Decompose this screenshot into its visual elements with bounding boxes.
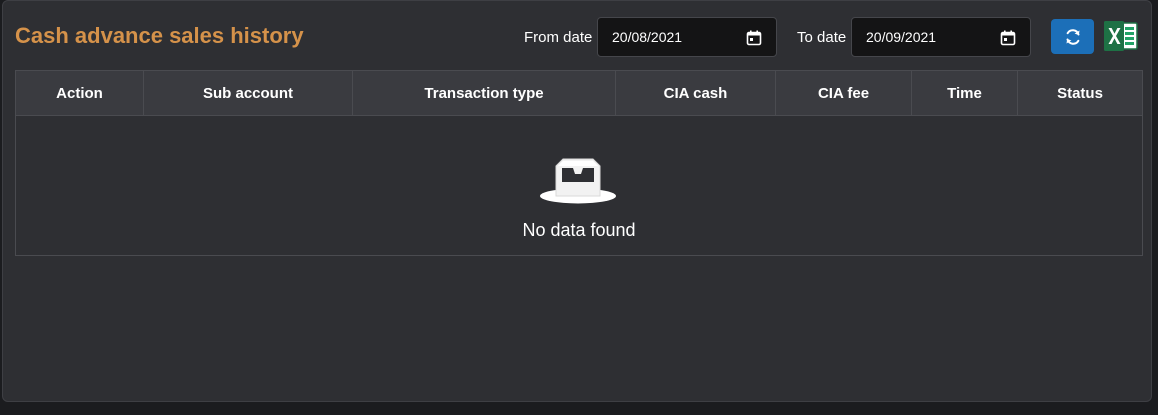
column-header-transaction-type[interactable]: Transaction type	[353, 71, 616, 115]
cash-advance-history-panel: Cash advance sales history From date 20/…	[2, 0, 1152, 402]
to-date-value: 20/09/2021	[866, 29, 937, 45]
calendar-icon[interactable]	[1000, 30, 1016, 46]
column-header-time[interactable]: Time	[912, 71, 1018, 115]
column-header-action[interactable]: Action	[16, 71, 144, 115]
column-header-status[interactable]: Status	[1018, 71, 1142, 115]
column-header-cia-fee[interactable]: CIA fee	[776, 71, 912, 115]
to-date-field[interactable]: 20/09/2021	[851, 17, 1031, 57]
empty-inbox-icon	[540, 158, 616, 204]
refresh-button[interactable]	[1051, 19, 1094, 54]
from-date-value: 20/08/2021	[612, 29, 683, 45]
page-title: Cash advance sales history	[15, 23, 304, 48]
calendar-icon[interactable]	[746, 30, 762, 46]
history-table: Action Sub account Transaction type CIA …	[15, 70, 1143, 256]
column-header-cia-cash[interactable]: CIA cash	[616, 71, 776, 115]
from-date-field[interactable]: 20/08/2021	[597, 17, 777, 57]
empty-state-text: No data found	[522, 220, 636, 240]
column-header-sub-account[interactable]: Sub account	[144, 71, 353, 115]
empty-state: No data found	[16, 116, 1142, 255]
refresh-icon	[1066, 28, 1079, 45]
excel-export-button[interactable]	[1103, 20, 1139, 52]
from-date-label: From date	[524, 29, 593, 46]
table-header: Action Sub account Transaction type CIA …	[16, 71, 1142, 116]
excel-icon	[1104, 21, 1138, 51]
to-date-label: To date	[797, 29, 847, 46]
